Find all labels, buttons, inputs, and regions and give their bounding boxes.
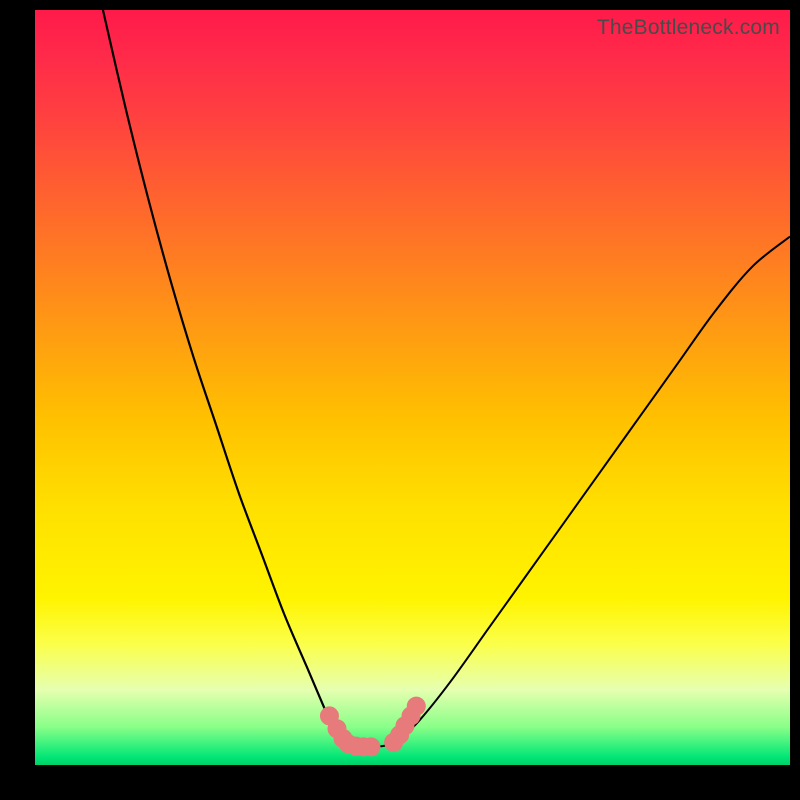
right-curve-path (397, 237, 790, 743)
plot-area: TheBottleneck.com (35, 10, 790, 765)
chart-svg (35, 10, 790, 765)
chart-frame: TheBottleneck.com (0, 0, 800, 800)
marker-group (320, 697, 426, 757)
watermark-text: TheBottleneck.com (597, 16, 780, 40)
left-marker-cluster-dot (361, 737, 380, 756)
left-curve-path (103, 10, 341, 742)
right-marker-cluster-dot (407, 697, 426, 716)
